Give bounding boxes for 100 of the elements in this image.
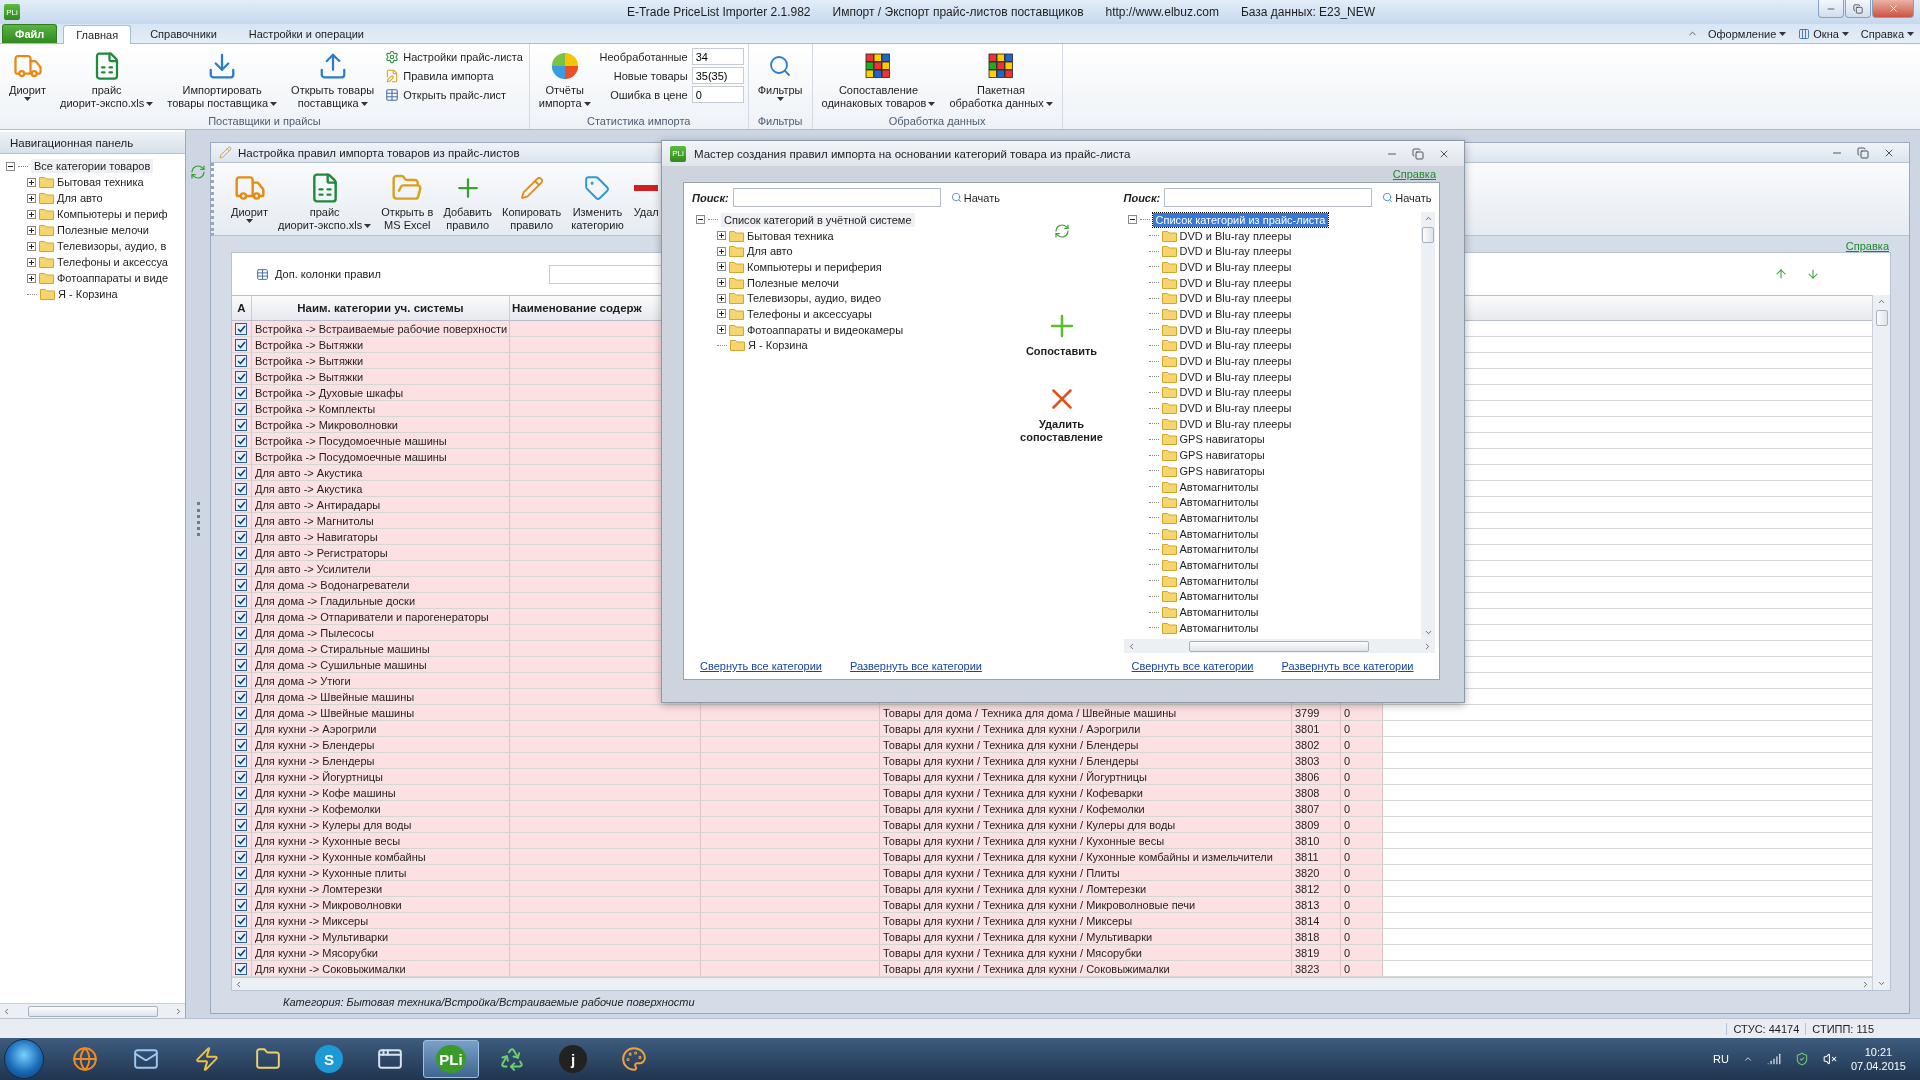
expand-icon[interactable] [27, 273, 36, 283]
tree-root[interactable]: Все категории товаров [31, 159, 154, 173]
checkbox[interactable] [235, 850, 247, 863]
extra-columns-button[interactable]: Доп. колонки правил [252, 265, 385, 283]
table-row[interactable]: Для дома -> Швейные машины Товары для дома / Техника для дома / Швейные машины 3799 0 [232, 705, 1383, 720]
expand-icon[interactable] [717, 293, 726, 303]
toolbar-button[interactable]: Фильтры [752, 47, 808, 102]
search-field[interactable] [732, 188, 941, 207]
toolbar-button[interactable]: Отчёты импорта [533, 47, 596, 111]
tree-item[interactable]: Для авто [57, 192, 103, 204]
ribbon-small-button[interactable]: Открыть прайс-лист [383, 86, 525, 104]
taskbar-app[interactable]: j [545, 1040, 601, 1078]
tree-item[interactable]: Автомагнитолы [1179, 621, 1259, 634]
checkbox[interactable] [235, 786, 247, 799]
table-row[interactable]: Для кухни -> Йогуртницы Товары для кухни / Техника для кухни / Йогуртницы 3806 0 [232, 769, 1383, 784]
horizontal-scrollbar[interactable] [232, 977, 1872, 990]
checkbox[interactable] [235, 354, 247, 367]
checkbox[interactable] [235, 770, 247, 783]
tree-item[interactable]: GPS навигаторы [1179, 433, 1265, 446]
start-search-button[interactable]: Начать [1380, 191, 1434, 204]
checkbox[interactable] [235, 434, 247, 447]
toolbar-button[interactable]: прайс диорит-экспо.xls [273, 169, 377, 233]
tree-item[interactable]: Бытовая техника [747, 229, 834, 242]
stat-field[interactable]: 0 [691, 86, 744, 103]
tree-item[interactable]: Для авто [747, 245, 793, 258]
stat-field[interactable]: 35(35) [691, 67, 744, 84]
checkbox[interactable] [235, 674, 247, 687]
toolbar-button[interactable]: Диорит [4, 47, 51, 102]
toolbar-button[interactable]: Импортировать товары поставщика [162, 47, 283, 111]
tree-item[interactable]: DVD и Blu-ray плееры [1179, 276, 1292, 289]
column-header[interactable]: А [232, 296, 252, 320]
toolbar-button[interactable]: Изменить категорию [566, 169, 629, 233]
scroll-down-icon[interactable] [1423, 628, 1433, 637]
move-down-button[interactable] [1806, 267, 1820, 281]
checkbox[interactable] [235, 562, 247, 575]
tree-item[interactable]: Автомагнитолы [1179, 606, 1259, 619]
tree-item[interactable]: DVD и Blu-ray плееры [1179, 292, 1292, 305]
table-row[interactable]: Для кухни -> Микроволновки Товары для кухни / Техника для кухни / Микроволновые печи 3813 0 [232, 897, 1383, 912]
tree-item[interactable]: GPS навигаторы [1179, 464, 1265, 477]
expand-icon[interactable] [717, 231, 726, 241]
checkbox[interactable] [235, 898, 247, 911]
column-header[interactable]: Наим. категории уч. системы [252, 296, 510, 320]
toolbar-button[interactable]: Пакетная обработка данных [944, 47, 1058, 111]
toolbar-button[interactable]: Диорит [226, 169, 273, 224]
scroll-right-icon[interactable] [1423, 641, 1432, 651]
tree-item[interactable]: Автомагнитолы [1179, 496, 1259, 509]
expand-icon[interactable] [27, 241, 36, 251]
tree-root[interactable]: Список категорий в учётной системе [721, 212, 915, 227]
checkbox[interactable] [235, 514, 247, 527]
splitter-grip[interactable] [196, 502, 200, 536]
collapse-icon[interactable] [696, 215, 705, 225]
tree-item[interactable]: Автомагнитолы [1179, 558, 1259, 571]
tree-item[interactable]: Компьютеры и периферия [747, 260, 882, 273]
checkbox[interactable] [235, 802, 247, 815]
collapse-icon[interactable] [1127, 215, 1137, 225]
tree-item[interactable]: DVD и Blu-ray плееры [1179, 402, 1292, 415]
expand-icon[interactable] [717, 325, 726, 335]
checkbox[interactable] [235, 594, 247, 607]
tree-root[interactable]: Список категорий из прайс-листа [1152, 212, 1329, 227]
toolbar-button[interactable]: Сопоставление одинаковых товаров [816, 47, 941, 111]
taskbar-app[interactable]: PLi [423, 1040, 479, 1078]
checkbox[interactable] [235, 882, 247, 895]
table-row[interactable]: Для кухни -> Кухонные плиты Товары для кухни / Техника для кухни / Плиты 3820 0 [232, 865, 1383, 880]
table-row[interactable]: Для кухни -> Аэрогрили Товары для кухни / Техника для кухни / Аэрогрили 3801 0 [232, 721, 1383, 736]
scroll-thumb[interactable] [1422, 227, 1434, 243]
tree-item[interactable]: DVD и Blu-ray плееры [1179, 307, 1292, 320]
ribbon-tab[interactable]: Справочники [137, 24, 230, 43]
checkbox[interactable] [235, 418, 247, 431]
table-row[interactable]: Для кухни -> Кухонные комбайны Товары для кухни / Техника для кухни / Кухонные комбайны и измельчители 3811 0 [232, 849, 1383, 864]
menu-button[interactable]: Справка [1858, 27, 1916, 40]
checkbox[interactable] [235, 482, 247, 495]
stat-field[interactable]: 34 [691, 48, 744, 65]
checkbox[interactable] [235, 450, 247, 463]
checkbox[interactable] [235, 610, 247, 623]
checkbox[interactable] [235, 690, 247, 703]
checkbox[interactable] [235, 370, 247, 383]
table-row[interactable]: Для кухни -> Блендеры Товары для кухни / Техника для кухни / Блендеры 3803 0 [232, 753, 1383, 768]
collapse-all-link[interactable]: Свернуть все категории [1131, 660, 1254, 672]
start-search-button[interactable]: Начать [948, 191, 1002, 204]
checkbox[interactable] [235, 530, 247, 543]
ribbon-tab[interactable]: Настройки и операции [235, 24, 377, 43]
expand-icon[interactable] [27, 193, 36, 203]
checkbox[interactable] [235, 914, 247, 927]
ribbon-small-button[interactable]: Правила импорта [383, 67, 525, 85]
tree-item[interactable]: DVD и Blu-ray плееры [1179, 245, 1292, 258]
tree-item[interactable]: Полезные мелочи [57, 224, 149, 236]
checkbox[interactable] [235, 466, 247, 479]
vertical-scrollbar[interactable] [1421, 212, 1435, 639]
tree-item[interactable]: DVD и Blu-ray плееры [1179, 355, 1292, 368]
expand-icon[interactable] [717, 278, 726, 288]
scroll-down-icon[interactable] [1877, 979, 1886, 988]
table-row[interactable]: Для кухни -> Соковыжималки Товары для кухни / Техника для кухни / Соковыжималки 3823 0 [232, 961, 1383, 976]
tree-item[interactable]: Компьютеры и периф [57, 208, 168, 220]
tree-item[interactable]: Фотоаппараты и виде [57, 272, 169, 284]
toolbar-button[interactable]: Удал [628, 169, 664, 220]
tree-item[interactable]: Бытовая техника [57, 176, 144, 188]
expand-all-link[interactable]: Развернуть все категории [849, 660, 982, 672]
checkbox[interactable] [235, 498, 247, 511]
checkbox[interactable] [235, 578, 247, 591]
scroll-thumb[interactable] [1875, 310, 1888, 326]
